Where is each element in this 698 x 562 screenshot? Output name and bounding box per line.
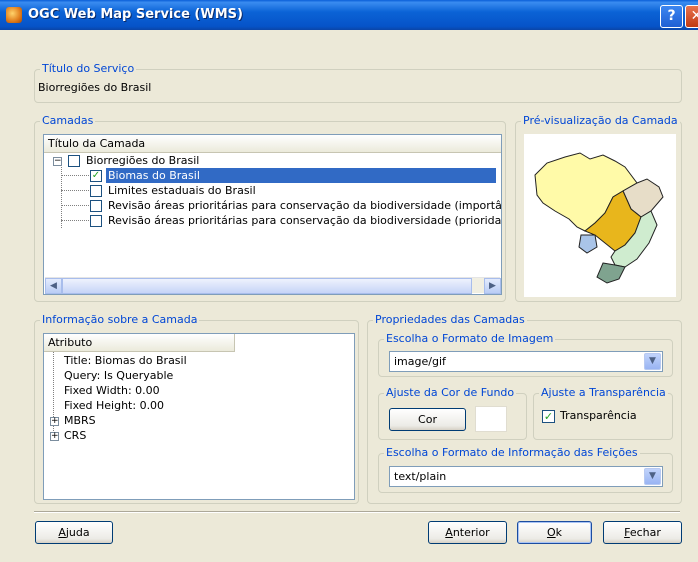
layer-root-checkbox[interactable] — [68, 155, 80, 167]
tree-node-layer[interactable]: Revisão áreas prioritárias para conserva… — [90, 213, 501, 228]
image-format-select[interactable]: image/gif ▼ — [389, 351, 663, 372]
layer-properties-legend: Propriedades das Camadas — [373, 313, 527, 326]
tree-node-layer[interactable]: ✓ Biomas do Brasil — [90, 168, 501, 183]
attribute-item-label: Fixed Width: 0.00 — [64, 384, 160, 397]
layers-hscrollbar[interactable]: ◀ ▶ — [45, 277, 501, 294]
help-icon[interactable]: ? — [660, 5, 683, 28]
scroll-thumb[interactable] — [62, 278, 472, 294]
transparency-group: Ajuste a Transparência ✓ Transparência — [533, 386, 673, 440]
layers-column-header[interactable]: Título da Camada — [44, 135, 501, 153]
close-icon[interactable]: ✕ — [685, 5, 698, 28]
ok-button[interactable]: Ok — [517, 521, 592, 544]
previous-button-label: nterior — [452, 526, 490, 539]
wms-dialog: OGC Web Map Service (WMS) ? ✕ Título do … — [0, 0, 698, 562]
tree-connector — [61, 220, 89, 221]
tree-node-layer[interactable]: Revisão áreas prioritárias para conserva… — [90, 198, 501, 213]
service-title-value: Biorregiões do Brasil — [38, 81, 152, 94]
help-button-mnemonic: A — [58, 526, 66, 539]
service-title-group: Título do Serviço Biorregiões do Brasil — [34, 62, 682, 103]
attribute-column-header[interactable]: Atributo — [44, 334, 235, 352]
layer-label: Limites estaduais do Brasil — [108, 184, 256, 197]
transparency-checkbox[interactable]: ✓ — [542, 410, 555, 423]
footer-separator — [34, 511, 680, 513]
layer-label: Revisão áreas prioritárias para conserva… — [108, 214, 501, 227]
attribute-item-label: Title: Biomas do Brasil — [64, 354, 187, 367]
image-format-value: image/gif — [394, 355, 446, 368]
help-button[interactable]: Ajuda — [35, 521, 113, 544]
expand-icon[interactable]: + — [50, 417, 59, 426]
layer-properties-group: Propriedades das Camadas Escolha o Forma… — [367, 313, 682, 504]
attribute-item-label: Query: Is Queryable — [64, 369, 174, 382]
expand-icon[interactable]: + — [50, 432, 59, 441]
feature-info-select[interactable]: text/plain ▼ — [389, 466, 663, 487]
layer-checkbox[interactable]: ✓ — [90, 170, 102, 182]
feature-info-value: text/plain — [394, 470, 447, 483]
service-title-legend: Título do Serviço — [40, 62, 137, 75]
attribute-expandable-label: MBRS — [64, 414, 96, 427]
tree-connector — [61, 190, 89, 191]
layers-tree[interactable]: Título da Camada − Biorregiões do Brasil… — [43, 134, 502, 295]
layers-group: Camadas Título da Camada − Biorregiões d… — [34, 114, 506, 302]
chevron-down-icon[interactable]: ▼ — [644, 468, 661, 485]
close-button[interactable]: Fechar — [603, 521, 682, 544]
ok-button-label: k — [555, 526, 563, 539]
layer-checkbox[interactable] — [90, 185, 102, 197]
chevron-down-icon[interactable]: ▼ — [644, 353, 661, 370]
app-icon — [6, 7, 22, 23]
window-title: OGC Web Map Service (WMS) — [28, 7, 243, 22]
previous-button-mnemonic: A — [445, 526, 453, 539]
attribute-item-label: Fixed Height: 0.00 — [64, 399, 165, 412]
attribute-expandable-mbrs[interactable]: + MBRS — [50, 413, 150, 428]
layer-preview-image — [524, 134, 676, 297]
ok-button-mnemonic: O — [546, 526, 556, 539]
layer-checkbox[interactable] — [90, 200, 102, 212]
bg-color-legend: Ajuste da Cor de Fundo — [384, 386, 517, 399]
attribute-column-header-label: Atributo — [48, 336, 93, 349]
brazil-biomes-map — [534, 152, 664, 284]
scroll-right-icon[interactable]: ▶ — [484, 278, 501, 294]
collapse-icon[interactable]: − — [53, 157, 62, 166]
title-bar[interactable]: OGC Web Map Service (WMS) ? ✕ — [0, 0, 698, 30]
tree-node-root[interactable]: − Biorregiões do Brasil — [48, 153, 488, 168]
bg-color-group: Ajuste da Cor de Fundo Cor — [378, 386, 527, 440]
attribute-tree[interactable]: Atributo Title: Biomas do Brasil Query: … — [43, 333, 355, 500]
tree-connector — [61, 175, 89, 176]
preview-group: Pré-visualização da Camada — [515, 114, 682, 302]
image-format-legend: Escolha o Formato de Imagem — [384, 332, 556, 345]
layer-label: Biomas do Brasil — [106, 168, 496, 183]
tree-connector — [61, 205, 89, 206]
layer-root-label: Biorregiões do Brasil — [86, 154, 200, 167]
bg-color-swatch — [475, 406, 507, 432]
tree-connector — [61, 163, 62, 228]
help-button-label: juda — [65, 526, 90, 539]
layer-info-group: Informação sobre a Camada Atributo Title… — [34, 313, 359, 504]
layer-checkbox[interactable] — [90, 215, 102, 227]
scroll-left-icon[interactable]: ◀ — [45, 278, 62, 294]
attribute-expandable-crs[interactable]: + CRS — [50, 428, 150, 443]
layer-label: Revisão áreas prioritárias para conserva… — [108, 199, 501, 212]
layer-info-legend: Informação sobre a Camada — [40, 313, 200, 326]
feature-info-group: Escolha o Formato de Informação das Feiç… — [378, 446, 673, 493]
transparency-label[interactable]: Transparência — [560, 409, 637, 422]
layers-legend: Camadas — [40, 114, 96, 127]
image-format-group: Escolha o Formato de Imagem image/gif ▼ — [378, 332, 673, 377]
attribute-expandable-label: CRS — [64, 429, 87, 442]
previous-button[interactable]: Anterior — [428, 521, 507, 544]
tree-node-layer[interactable]: Limites estaduais do Brasil — [90, 183, 501, 198]
close-button-label: echar — [629, 526, 661, 539]
transparency-legend: Ajuste a Transparência — [539, 386, 668, 399]
preview-legend: Pré-visualização da Camada — [521, 114, 680, 127]
color-button[interactable]: Cor — [389, 408, 466, 431]
layers-column-header-label: Título da Camada — [48, 137, 146, 150]
feature-info-legend: Escolha o Formato de Informação das Feiç… — [384, 446, 640, 459]
